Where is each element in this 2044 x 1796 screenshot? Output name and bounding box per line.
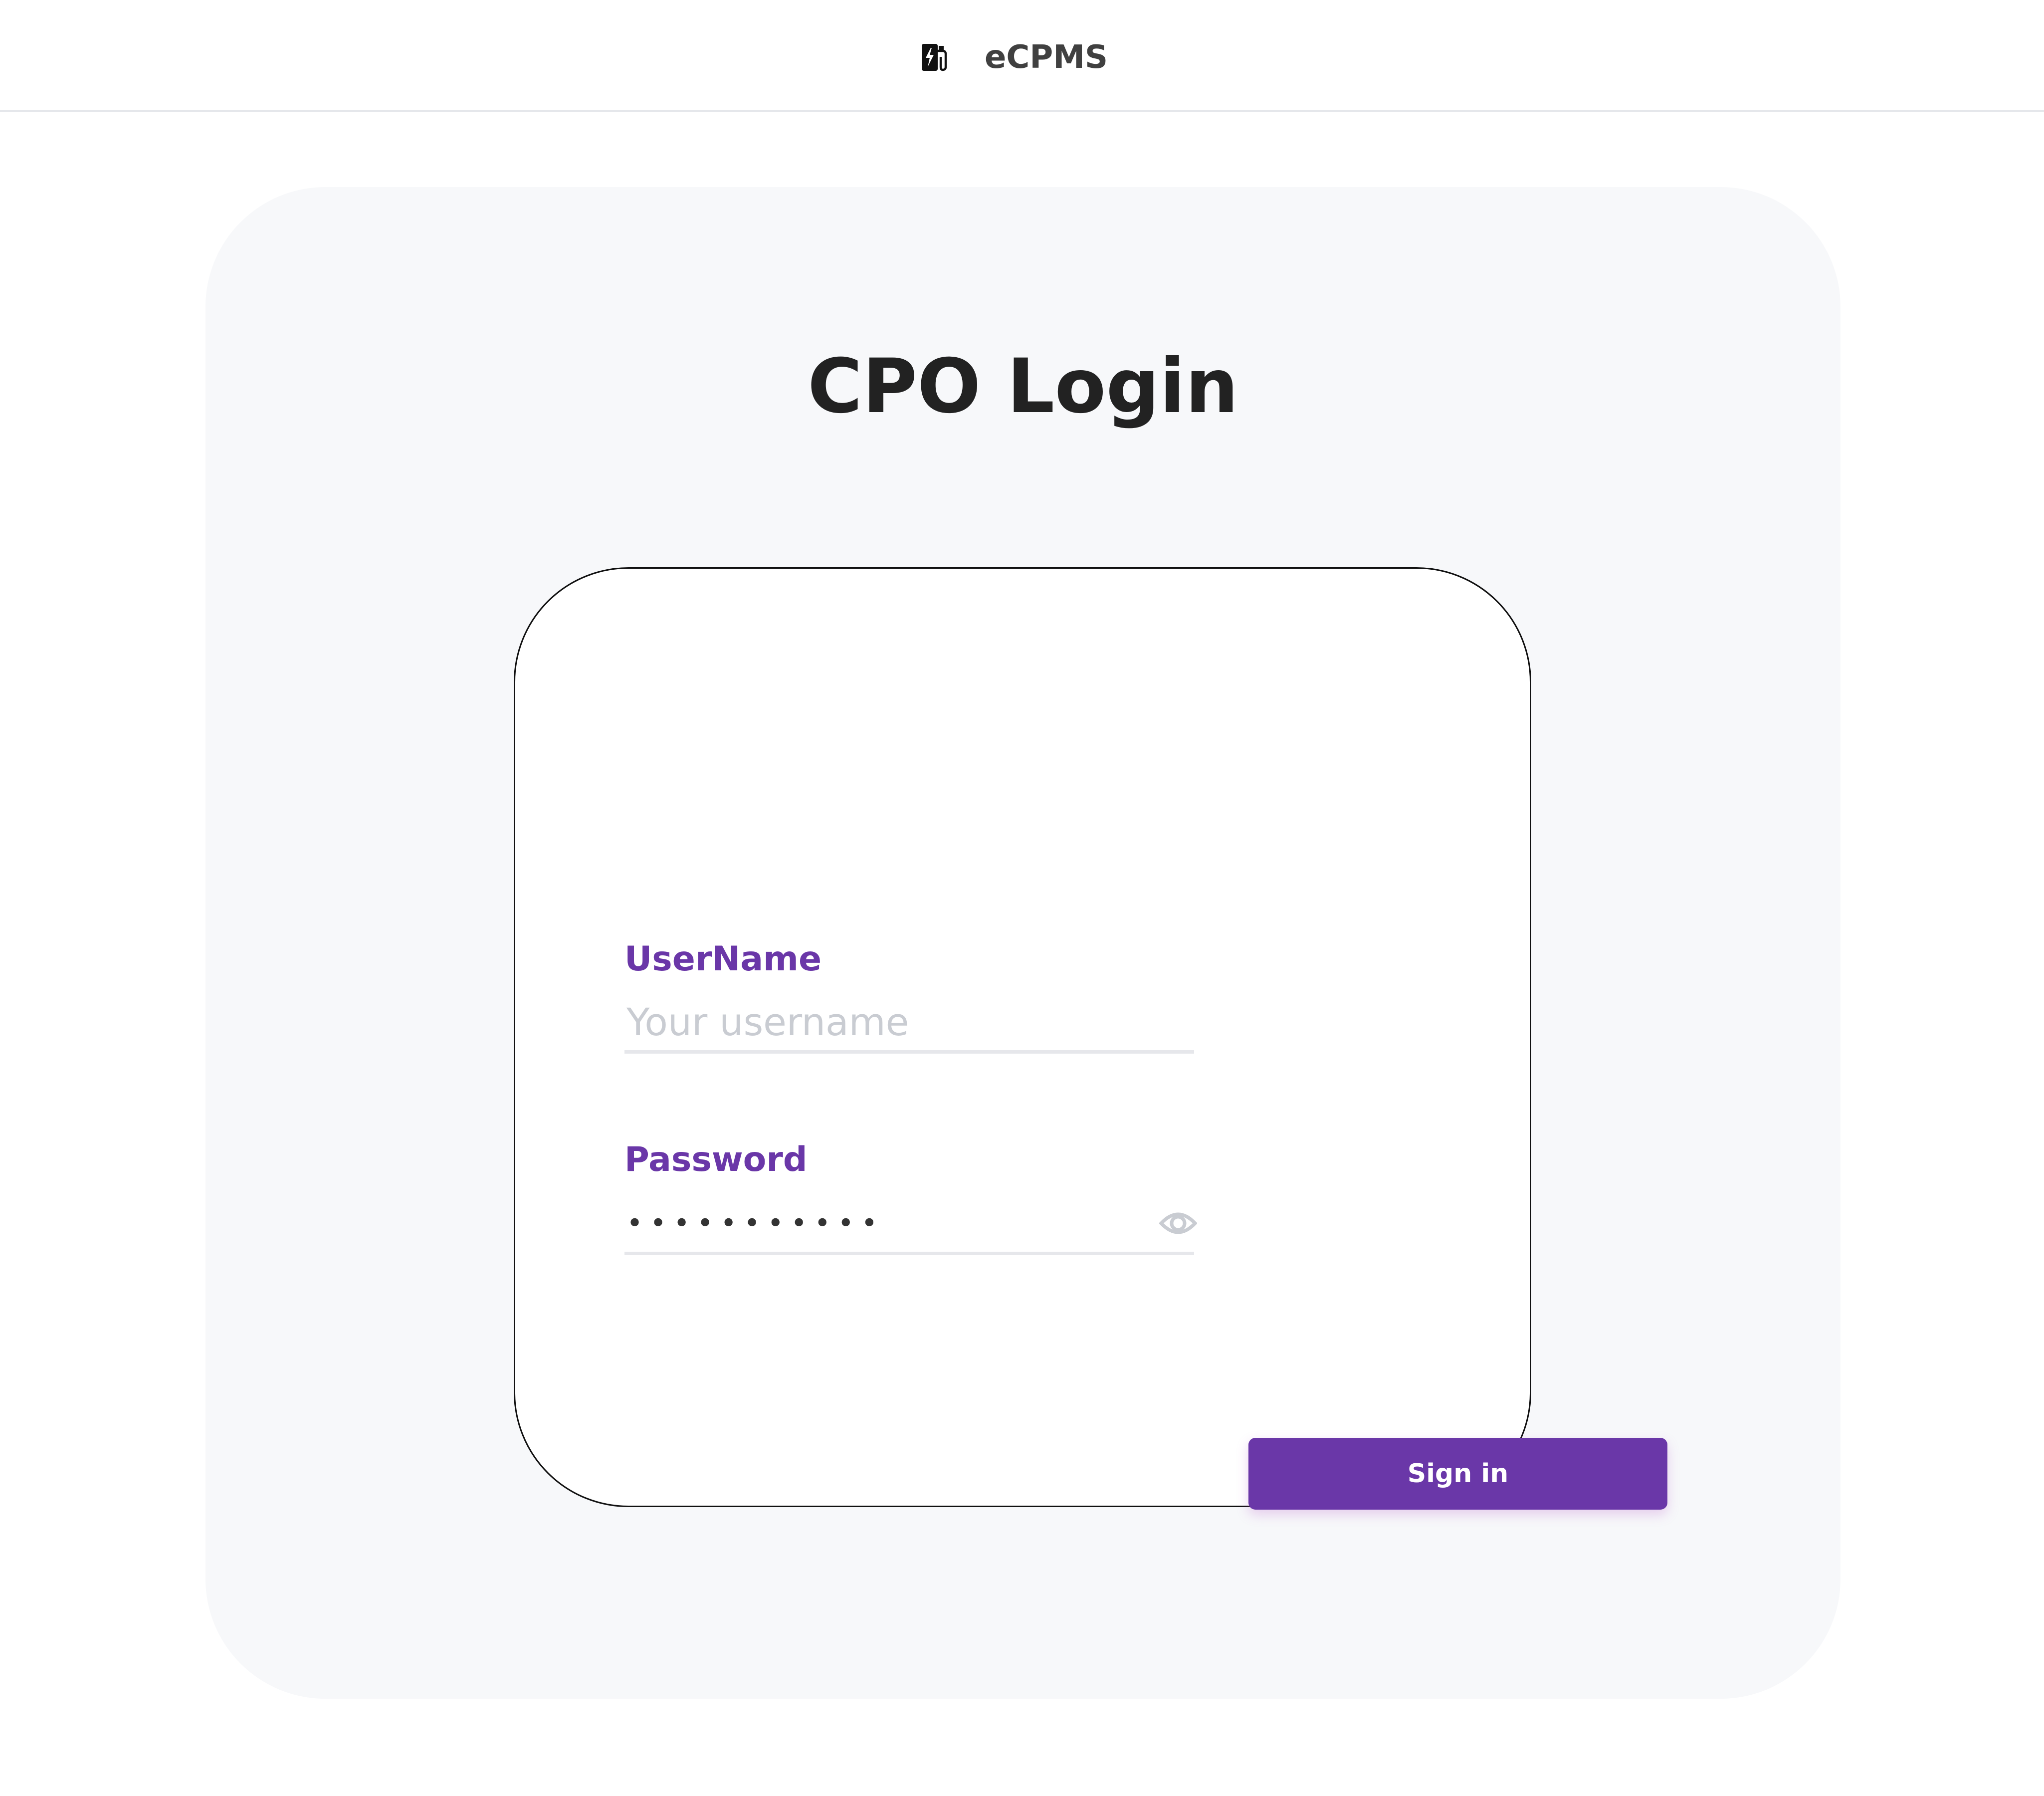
eye-icon[interactable] (1159, 1209, 1197, 1237)
password-label: Password (624, 1140, 808, 1179)
username-input[interactable] (626, 994, 1125, 1050)
login-form: UserName Password Sign in (514, 567, 1667, 1510)
password-input[interactable] (626, 1195, 1125, 1252)
username-label: UserName (624, 939, 822, 979)
login-panel: CPO Login UserName Password Sign in (205, 187, 1840, 1699)
sign-in-button[interactable]: Sign in (1248, 1438, 1667, 1510)
username-field (624, 994, 1194, 1054)
page-title: CPO Login (808, 343, 1238, 430)
ev-charger-icon (922, 44, 947, 71)
password-field (624, 1195, 1197, 1255)
top-nav-bar: eCPMS (0, 0, 2044, 112)
brand-name: eCPMS (985, 39, 1108, 76)
